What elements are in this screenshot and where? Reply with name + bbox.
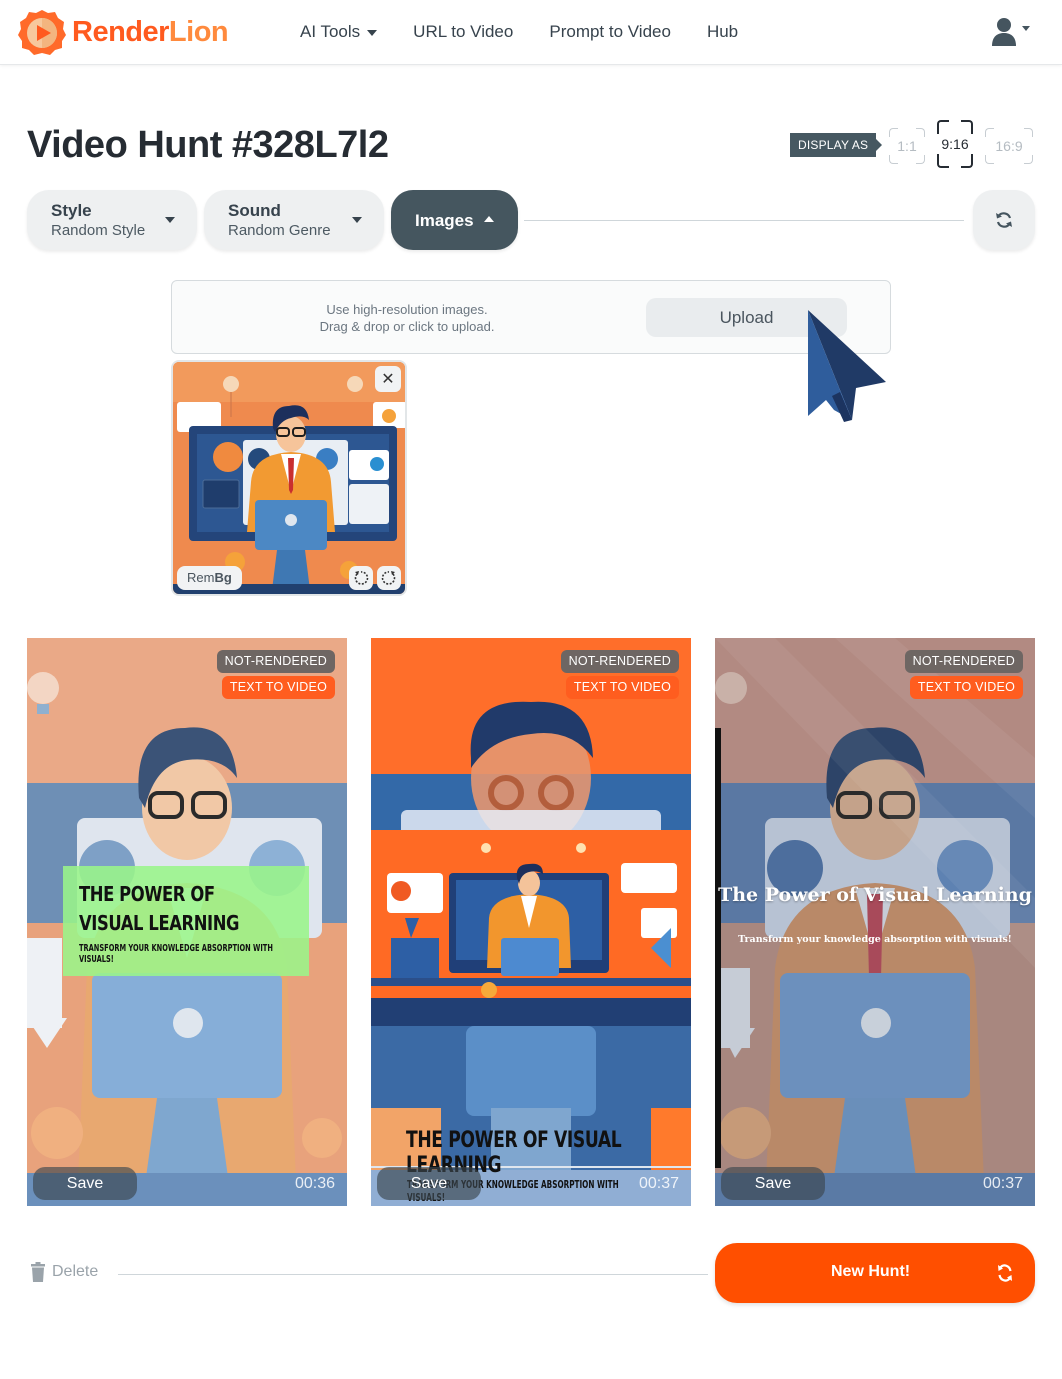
rotate-right-icon	[381, 571, 396, 585]
user-menu[interactable]	[990, 16, 1030, 46]
video-duration: 00:36	[294, 1175, 335, 1192]
ratio-16-9-button[interactable]: 16:9	[985, 128, 1033, 164]
ratio-16-9-label: 16:9	[995, 138, 1023, 154]
page-title: Video Hunt #328L7l2	[27, 124, 389, 166]
rotate-left-button[interactable]	[349, 566, 373, 590]
type-badge: TEXT TO VIDEO	[221, 676, 335, 699]
images-label: Images	[415, 211, 474, 230]
mouse-pointer-icon	[808, 310, 886, 422]
delete-button[interactable]: Delete	[30, 1262, 98, 1282]
rotate-left-icon	[354, 571, 369, 585]
top-navbar: RenderLion AI Tools URL to Video Prompt …	[0, 0, 1062, 65]
nav-prompt-to-video-label: Prompt to Video	[549, 22, 671, 41]
remove-image-button[interactable]: ✕	[375, 366, 401, 392]
brand-name: RenderLion	[72, 15, 229, 48]
chevron-down-icon	[367, 30, 378, 36]
brand-logo[interactable]: RenderLion	[18, 8, 229, 56]
sound-value: Random Genre	[228, 222, 331, 239]
style-label: Style	[51, 201, 92, 220]
toolbar-divider	[524, 220, 964, 221]
nav-url-to-video-label: URL to Video	[413, 22, 514, 41]
nav-prompt-to-video[interactable]: Prompt to Video	[549, 22, 671, 42]
sound-dropdown[interactable]: Sound Random Genre	[204, 190, 384, 250]
display-as-label: DISPLAY AS	[790, 133, 883, 157]
video-card[interactable]: THE POWER OF VISUAL LEARNING TRANSFORM Y…	[27, 638, 347, 1206]
images-toggle[interactable]: Images	[391, 190, 518, 250]
regenerate-button[interactable]	[973, 190, 1035, 250]
video-overlay-title: The Power of Visual Learning	[718, 884, 1032, 906]
video-preview-image	[371, 638, 691, 1206]
ratio-9-16-button[interactable]: 9:16	[937, 120, 973, 168]
nav-hub-label: Hub	[706, 22, 739, 41]
close-icon: ✕	[381, 371, 395, 388]
upload-hint-line1: Use high-resolution images.	[326, 302, 488, 317]
video-card[interactable]: The Power of Visual Learning Transform y…	[715, 638, 1035, 1206]
delete-label: Delete	[52, 1263, 99, 1280]
video-card[interactable]: THE POWER OF VISUAL LEARNING TRANSFORM Y…	[371, 638, 691, 1206]
refresh-icon	[998, 1264, 1012, 1282]
video-preview-image	[715, 638, 1035, 1206]
uploaded-image-thumbnail[interactable]: ✕ RemBg	[171, 360, 407, 596]
status-badge: NOT-RENDERED	[560, 650, 679, 673]
status-badge: NOT-RENDERED	[904, 650, 1023, 673]
status-badge: NOT-RENDERED	[216, 650, 335, 673]
new-hunt-label: New Hunt!	[831, 1263, 911, 1280]
video-duration: 00:37	[638, 1175, 679, 1192]
nav-ai-tools-label: AI Tools	[300, 22, 361, 41]
sound-label: Sound	[228, 201, 281, 220]
new-hunt-button[interactable]: New Hunt!	[715, 1243, 1035, 1303]
ratio-9-16-label: 9:16	[941, 136, 969, 152]
style-dropdown[interactable]: Style Random Style	[27, 190, 197, 250]
style-value: Random Style	[51, 222, 146, 239]
video-duration: 00:37	[982, 1175, 1023, 1192]
chevron-down-icon	[352, 217, 362, 223]
rembg-label-regular: Rem	[187, 570, 215, 585]
footer-divider	[118, 1274, 708, 1275]
nav-hub[interactable]: Hub	[707, 22, 738, 42]
video-overlay-subtitle: TRANSFORM YOUR KNOWLEDGE ABSORPTION WITH…	[79, 943, 273, 965]
refresh-icon	[996, 212, 1012, 228]
nav-ai-tools[interactable]: AI Tools	[300, 22, 378, 42]
video-overlay-title: THE POWER OF VISUAL LEARNING	[79, 882, 240, 935]
user-icon	[992, 18, 1016, 46]
main-nav: AI Tools URL to Video Prompt to Video Hu…	[300, 22, 774, 42]
uploaded-image-illustration	[173, 362, 405, 594]
save-button[interactable]: Save	[721, 1167, 825, 1200]
save-button[interactable]: Save	[377, 1167, 481, 1200]
remove-background-button[interactable]: RemBg	[177, 566, 242, 590]
upload-hint: Use high-resolution images. Drag & drop …	[272, 301, 542, 335]
ratio-1-1-label: 1:1	[897, 138, 917, 154]
nav-url-to-video[interactable]: URL to Video	[413, 22, 513, 42]
lion-logo-icon	[18, 10, 66, 55]
type-badge: TEXT TO VIDEO	[909, 676, 1023, 699]
chevron-up-icon	[484, 216, 494, 222]
save-button[interactable]: Save	[33, 1167, 137, 1200]
upload-hint-line2: Drag & drop or click to upload.	[319, 319, 495, 334]
ratio-1-1-button[interactable]: 1:1	[889, 128, 925, 164]
chevron-down-icon	[1022, 25, 1030, 31]
rembg-label-bold: Bg	[214, 570, 232, 585]
trash-icon	[31, 1262, 45, 1282]
video-overlay-subtitle: Transform your knowledge absorption with…	[738, 934, 1012, 945]
image-dropzone[interactable]: Use high-resolution images. Drag & drop …	[171, 280, 891, 354]
rotate-right-button[interactable]	[377, 566, 401, 590]
type-badge: TEXT TO VIDEO	[565, 676, 679, 699]
chevron-down-icon	[165, 217, 175, 223]
